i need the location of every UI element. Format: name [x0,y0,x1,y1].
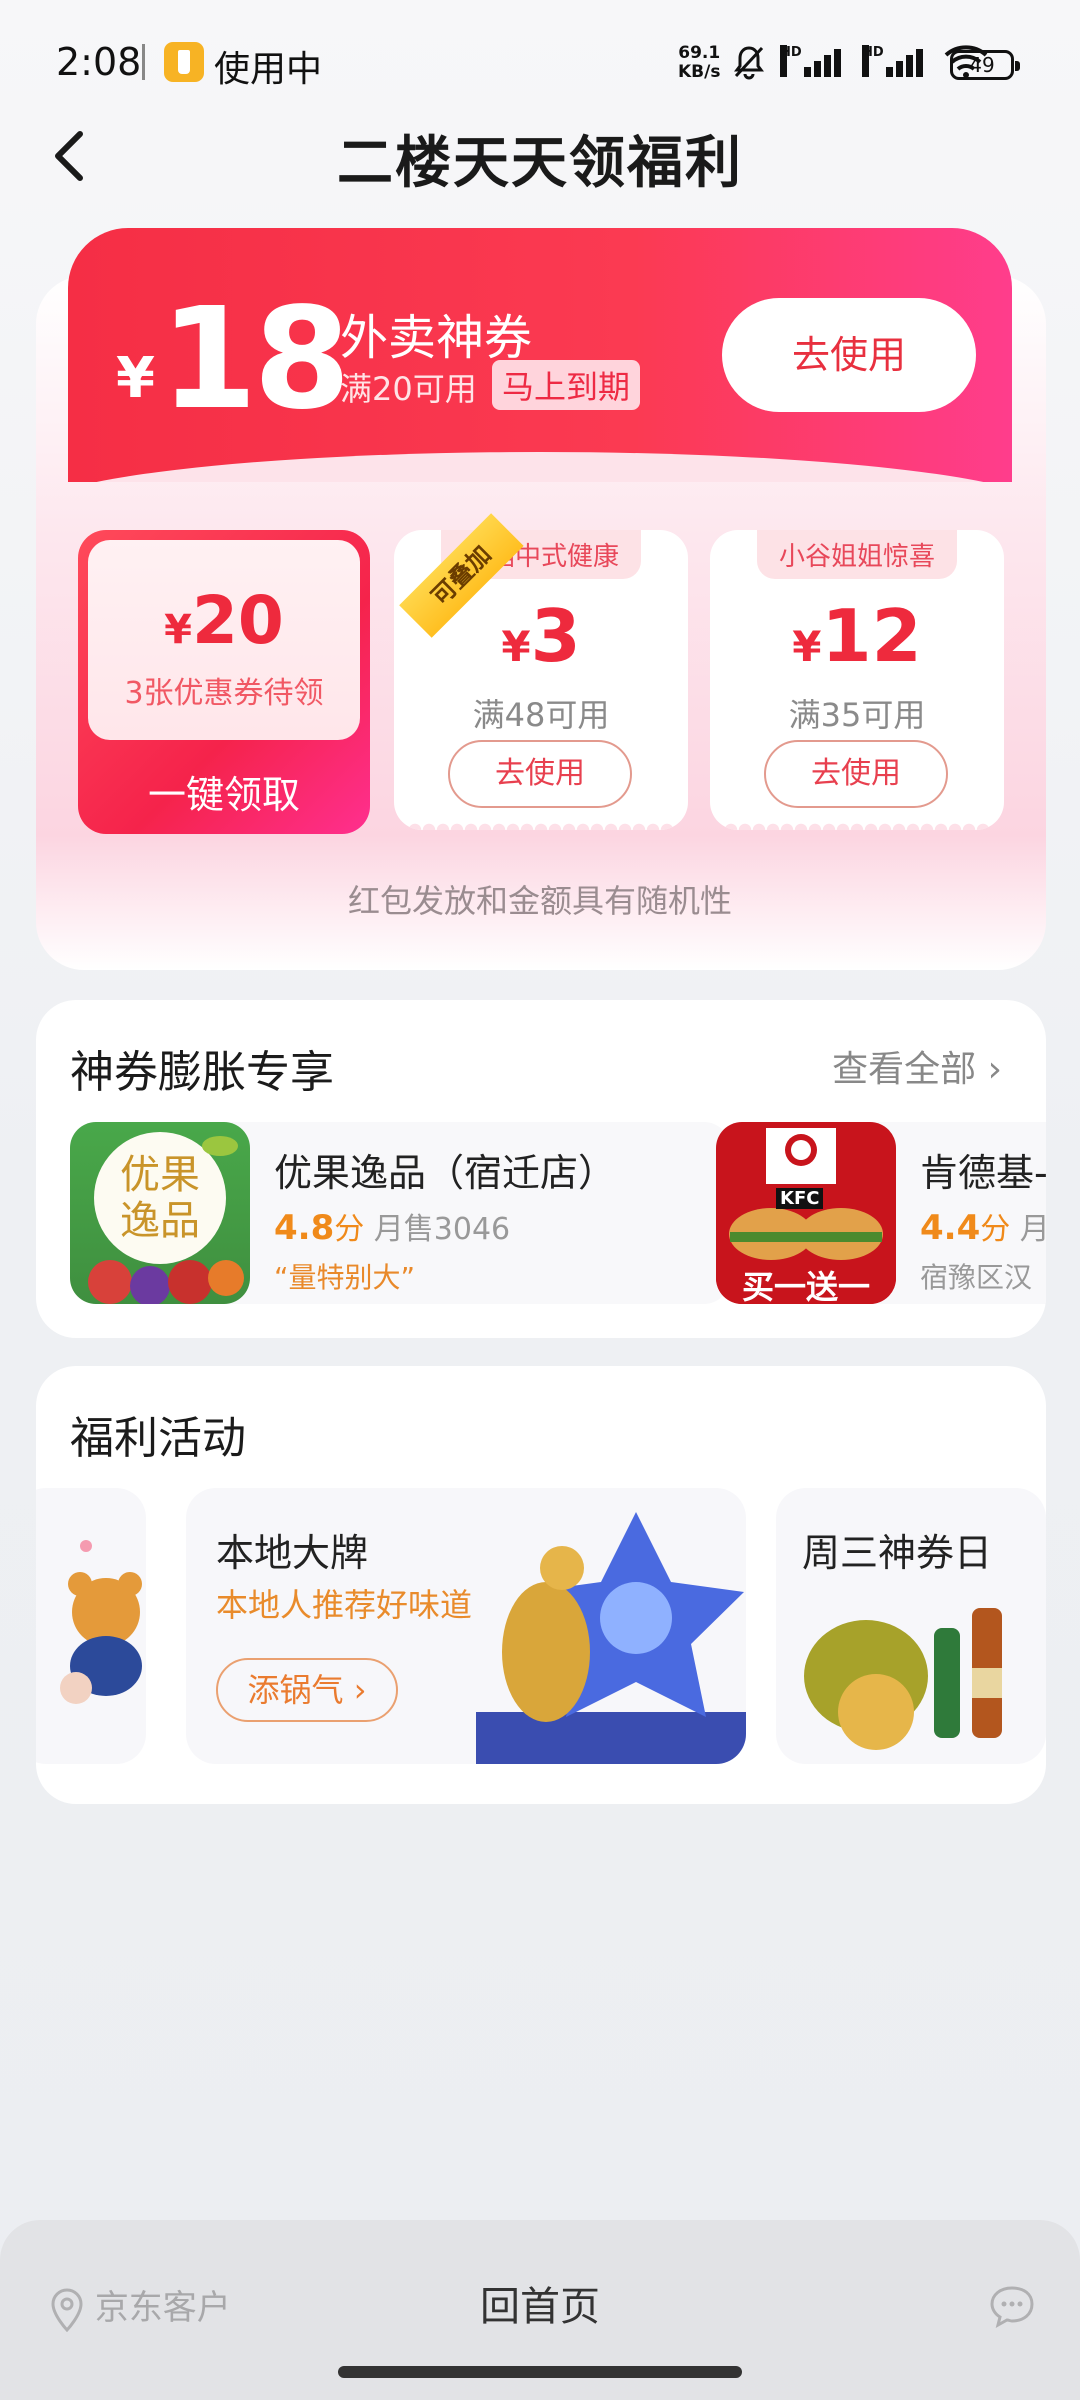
home-indicator[interactable] [338,2366,742,2378]
chat-icon[interactable] [988,2284,1036,2328]
activity-cta-button[interactable]: 添锅气 › [216,1658,398,1722]
chevron-right-icon: › [987,1049,1002,1090]
status-divider [142,44,145,80]
bell-muted-icon [734,46,764,80]
claim-all-button[interactable]: 一键领取 [78,764,370,819]
expiring-badge: 马上到期 [492,360,641,410]
shop-name: 优果逸品（宿迁店） [274,1151,617,1195]
coupon-amount: ¥12 [792,594,922,678]
section-title: 福利活动 [70,1413,246,1464]
main-coupon-use-button[interactable]: 去使用 [722,298,976,412]
activity-card-partial[interactable] [36,1488,146,1764]
shop-name: 肯德基- [920,1151,1046,1195]
claim-description: 3张优惠券待领 [124,676,324,711]
status-time: 2:08 [56,40,142,84]
shop-card[interactable]: 优果逸品 优果逸品（宿迁店） 4.8分 月售3046 “量特别大” [70,1122,730,1304]
network-speed: 69.1 KB/s [678,43,721,82]
promo-text: 买一送一 [741,1268,870,1304]
exclusive-section: 神券膨胀专享 查看全部 › 优果逸品 优果逸品（宿迁店） 4.8分 月售3046… [36,1000,1046,1338]
shop-coupon-card: 小谷姐姐惊喜 ¥12 满35可用 去使用 [710,530,1004,830]
coupon-use-button[interactable]: 去使用 [448,740,632,808]
shop-rating: 4.4分 月 [920,1208,1046,1248]
shop-logo-text: 优果逸品 [120,1152,200,1244]
page-title: 二楼天天领福利 [337,131,743,196]
coupon-use-button[interactable]: 去使用 [764,740,948,808]
activity-card[interactable]: 周三神券日 [776,1488,1046,1764]
shop-logo: KFC 买一送一 [716,1122,896,1304]
status-bar: 2:08 使用中 69.1 KB/s HD HD 49 [0,0,1080,130]
activities-section: 福利活动 本地大牌 本地人推荐好味道 添锅气 › 周三神券日 [36,1366,1046,1804]
signal-icon-2: HD [862,45,930,79]
kfc-logo-text: KFC [776,1188,824,1209]
durian-drinks-graphic [804,1608,1002,1750]
activity-subtitle: 本地人推荐好味道 [216,1586,473,1624]
main-coupon-name: 外卖神券 [340,310,533,366]
activity-title: 本地大牌 [216,1531,369,1575]
coupon-shop-name: 小谷姐姐惊喜 [756,530,958,579]
activity-card[interactable]: 本地大牌 本地人推荐好味道 添锅气 › [186,1488,746,1764]
view-all-link[interactable]: 查看全部 › [832,1040,1002,1092]
trophy-graphic [476,1512,746,1764]
shop-logo: 优果逸品 [70,1122,250,1304]
activity-title: 周三神券日 [802,1531,993,1575]
flashlight-icon [164,42,204,82]
bear-mascot-icon [60,1540,142,1704]
main-coupon-amount: 18 [160,278,351,441]
main-coupon-condition: 满20可用 [340,370,477,408]
home-button[interactable]: 回首页 [0,2274,1080,2332]
coupon-condition: 满35可用 [788,696,926,734]
battery-icon: 49 [950,50,1020,80]
signal-icon: HD [780,45,848,79]
shop-card[interactable]: KFC 买一送一 肯德基- 4.4分 月 宿豫区汉 [716,1122,1046,1304]
section-title: 神券膨胀专享 [70,1047,334,1098]
status-app-badge: 使用中 [214,49,323,90]
random-note: 红包发放和金额具有随机性 [347,882,732,920]
shop-rating: 4.8分 月售3046 [274,1208,511,1248]
main-coupon-currency: ¥ [116,346,155,411]
coupon-condition: 满48可用 [472,696,610,734]
shop-address: 宿豫区汉 [920,1261,1033,1294]
claim-card-inner: ¥20 3张优惠券待领 [88,540,360,740]
claim-amount: ¥20 [164,582,284,659]
claim-all-card[interactable]: ¥20 3张优惠券待领 一键领取 [78,530,370,834]
main-coupon: ¥ 18 外卖神券 满20可用 马上到期 去使用 [68,228,1012,482]
shop-review-quote: “量特别大” [274,1261,416,1294]
